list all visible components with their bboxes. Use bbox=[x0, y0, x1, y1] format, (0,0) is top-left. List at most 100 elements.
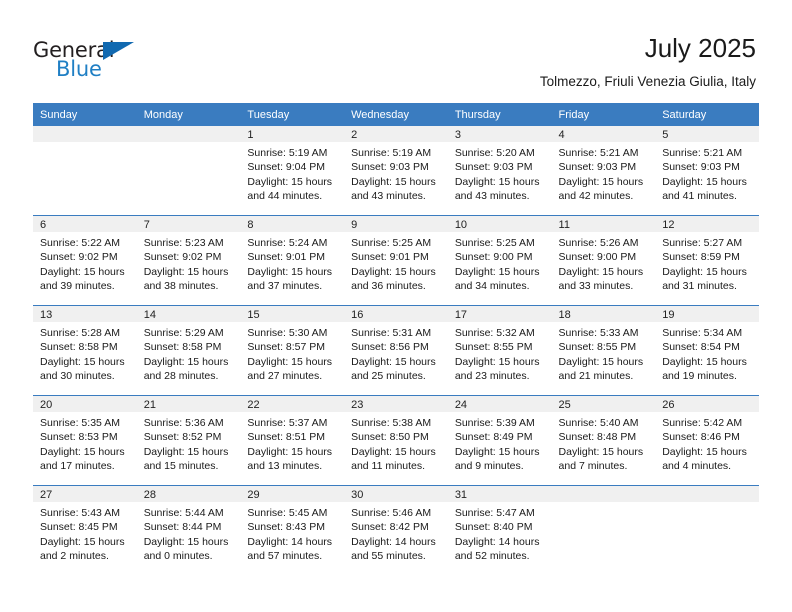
calendar-day-cell[interactable]: 29 Sunrise: 5:45 AM Sunset: 8:43 PM Dayligh… bbox=[240, 485, 345, 575]
calendar-day-cell[interactable]: 9 Sunrise: 5:25 AM Sunset: 9:01 PM Daylight… bbox=[344, 215, 448, 306]
sunrise-text: Sunrise: 5:31 AM bbox=[351, 327, 432, 339]
calendar-day-cell[interactable]: 27 Sunrise: 5:43 AM Sunset: 8:45 PM Dayligh… bbox=[33, 485, 137, 575]
calendar-day-cell[interactable]: 23 Sunrise: 5:38 AM Sunset: 8:50 PM Dayligh… bbox=[344, 395, 448, 486]
calendar-day-cell[interactable]: 4 Sunrise: 5:21 AM Sunset: 9:03 PM Daylight… bbox=[551, 126, 656, 216]
calendar-day-cell[interactable]: 26 Sunrise: 5:42 AM Sunset: 8:46 PM Dayligh… bbox=[655, 395, 759, 486]
daylight-text: Daylight: 15 hours and 43 minutes. bbox=[454, 175, 540, 202]
sunrise-text: Sunrise: 5:19 AM bbox=[351, 147, 432, 159]
calendar-day-cell[interactable]: 31 Sunrise: 5:47 AM Sunset: 8:40 PM Dayligh… bbox=[447, 485, 552, 575]
sunset-text: Sunset: 8:49 PM bbox=[454, 431, 533, 444]
general-blue-logo[interactable]: General Blue bbox=[33, 38, 163, 84]
day-number: 30 bbox=[344, 486, 448, 502]
calendar-day-cell[interactable]: 7 Sunrise: 5:23 AM Sunset: 9:02 PM Daylight… bbox=[136, 215, 241, 306]
daylight-text: Daylight: 14 hours and 55 minutes. bbox=[351, 535, 436, 562]
sunset-text: Sunset: 9:03 PM bbox=[662, 161, 740, 174]
daylight-text: Daylight: 15 hours and 34 minutes. bbox=[454, 265, 540, 292]
calendar-day-cell[interactable]: 3 Sunrise: 5:20 AM Sunset: 9:03 PM Daylight… bbox=[447, 126, 552, 216]
daylight-text: Daylight: 15 hours and 31 minutes. bbox=[662, 265, 747, 292]
day-details: Sunrise: 5:24 AM Sunset: 9:01 PM Daylight:… bbox=[240, 232, 344, 293]
day-number: 21 bbox=[136, 396, 241, 412]
calendar-day-cell[interactable]: 2 Sunrise: 5:19 AM Sunset: 9:03 PM Daylight… bbox=[344, 126, 448, 216]
sunrise-text: Sunrise: 5:40 AM bbox=[558, 417, 639, 429]
calendar-day-cell[interactable]: 11 Sunrise: 5:26 AM Sunset: 9:00 PM Dayligh… bbox=[551, 215, 656, 306]
title-block: July 2025 Tolmezzo, Friuli Venezia Giuli… bbox=[540, 32, 756, 91]
daylight-text: Daylight: 15 hours and 23 minutes. bbox=[454, 355, 540, 382]
day-number: 14 bbox=[136, 306, 241, 322]
sunrise-text: Sunrise: 5:21 AM bbox=[662, 147, 743, 159]
calendar-day-cell[interactable]: 18 Sunrise: 5:33 AM Sunset: 8:55 PM Dayligh… bbox=[551, 305, 656, 396]
daylight-text: Daylight: 15 hours and 11 minutes. bbox=[351, 445, 436, 472]
calendar-day-cell[interactable]: 13 Sunrise: 5:28 AM Sunset: 8:58 PM Dayligh… bbox=[33, 305, 137, 396]
sunset-text: Sunset: 8:51 PM bbox=[247, 431, 326, 444]
sunset-text: Sunset: 8:44 PM bbox=[143, 521, 222, 534]
sunset-text: Sunset: 9:00 PM bbox=[454, 251, 533, 264]
sunrise-text: Sunrise: 5:36 AM bbox=[143, 417, 224, 429]
sunset-text: Sunset: 8:46 PM bbox=[662, 431, 740, 444]
calendar-day-cell[interactable]: 15 Sunrise: 5:30 AM Sunset: 8:57 PM Dayligh… bbox=[240, 305, 345, 396]
day-number: 8 bbox=[240, 216, 345, 232]
day-details: Sunrise: 5:37 AM Sunset: 8:51 PM Daylight:… bbox=[240, 412, 344, 473]
day-details: Sunrise: 5:27 AM Sunset: 8:59 PM Daylight:… bbox=[655, 232, 759, 293]
calendar-body: 1 Sunrise: 5:19 AM Sunset: 9:04 PM Daylight… bbox=[33, 126, 759, 575]
day-number: 23 bbox=[344, 396, 448, 412]
calendar-day-cell[interactable]: 16 Sunrise: 5:31 AM Sunset: 8:56 PM Dayligh… bbox=[344, 305, 448, 396]
calendar-day-cell[interactable]: 24 Sunrise: 5:39 AM Sunset: 8:49 PM Dayligh… bbox=[447, 395, 552, 486]
sunrise-text: Sunrise: 5:44 AM bbox=[143, 507, 224, 519]
day-details: Sunrise: 5:21 AM Sunset: 9:03 PM Daylight:… bbox=[655, 142, 759, 203]
daylight-text: Daylight: 14 hours and 57 minutes. bbox=[247, 535, 333, 562]
sunset-text: Sunset: 9:03 PM bbox=[454, 161, 533, 174]
calendar-week-row: 13 Sunrise: 5:28 AM Sunset: 8:58 PM Dayligh… bbox=[33, 305, 759, 396]
day-details: Sunrise: 5:39 AM Sunset: 8:49 PM Daylight:… bbox=[448, 412, 552, 473]
day-details: Sunrise: 5:25 AM Sunset: 9:01 PM Daylight:… bbox=[344, 232, 448, 293]
sunrise-text: Sunrise: 5:23 AM bbox=[143, 237, 224, 249]
day-details: Sunrise: 5:35 AM Sunset: 8:53 PM Daylight:… bbox=[33, 412, 137, 473]
calendar-day-cell[interactable]: 28 Sunrise: 5:44 AM Sunset: 8:44 PM Dayligh… bbox=[136, 485, 241, 575]
day-number: 5 bbox=[655, 126, 759, 142]
day-details: Sunrise: 5:25 AM Sunset: 9:00 PM Daylight:… bbox=[448, 232, 552, 293]
sunset-text: Sunset: 9:04 PM bbox=[247, 161, 326, 174]
sunset-text: Sunset: 8:59 PM bbox=[662, 251, 740, 264]
day-number: 20 bbox=[33, 396, 137, 412]
page-title: July 2025 bbox=[644, 33, 756, 63]
sunset-text: Sunset: 9:03 PM bbox=[558, 161, 637, 174]
sunrise-text: Sunrise: 5:25 AM bbox=[454, 237, 535, 249]
calendar-day-cell[interactable]: 12 Sunrise: 5:27 AM Sunset: 8:59 PM Dayligh… bbox=[655, 215, 759, 306]
calendar-day-cell[interactable]: 21 Sunrise: 5:36 AM Sunset: 8:52 PM Dayligh… bbox=[136, 395, 241, 486]
calendar-day-cell[interactable]: 10 Sunrise: 5:25 AM Sunset: 9:00 PM Dayligh… bbox=[447, 215, 552, 306]
daylight-text: Daylight: 15 hours and 33 minutes. bbox=[558, 265, 644, 292]
calendar-day-cell[interactable]: 17 Sunrise: 5:32 AM Sunset: 8:55 PM Dayligh… bbox=[447, 305, 552, 396]
sunrise-text: Sunrise: 5:37 AM bbox=[247, 417, 328, 429]
day-details: Sunrise: 5:22 AM Sunset: 9:02 PM Daylight:… bbox=[33, 232, 137, 293]
calendar-day-cell[interactable]: 8 Sunrise: 5:24 AM Sunset: 9:01 PM Daylight… bbox=[240, 215, 345, 306]
day-number: 4 bbox=[551, 126, 656, 142]
day-number: 12 bbox=[655, 216, 759, 232]
calendar-day-cell[interactable]: 5 Sunrise: 5:21 AM Sunset: 9:03 PM Daylight… bbox=[655, 126, 759, 216]
day-number: 9 bbox=[344, 216, 448, 232]
day-number bbox=[655, 486, 759, 502]
calendar-day-cell[interactable]: 6 Sunrise: 5:22 AM Sunset: 9:02 PM Daylight… bbox=[33, 215, 137, 306]
daylight-text: Daylight: 15 hours and 28 minutes. bbox=[143, 355, 229, 382]
sunrise-text: Sunrise: 5:34 AM bbox=[662, 327, 743, 339]
day-details: Sunrise: 5:26 AM Sunset: 9:00 PM Daylight:… bbox=[552, 232, 656, 293]
day-details: Sunrise: 5:32 AM Sunset: 8:55 PM Daylight:… bbox=[448, 322, 552, 383]
calendar-cell-empty bbox=[655, 485, 759, 575]
calendar-day-cell[interactable]: 1 Sunrise: 5:19 AM Sunset: 9:04 PM Daylight… bbox=[240, 126, 345, 216]
daylight-text: Daylight: 15 hours and 36 minutes. bbox=[351, 265, 436, 292]
daylight-text: Daylight: 15 hours and 15 minutes. bbox=[143, 445, 229, 472]
daylight-text: Daylight: 15 hours and 41 minutes. bbox=[662, 175, 747, 202]
weekday-header-monday: Monday bbox=[136, 103, 241, 126]
daylight-text: Daylight: 15 hours and 9 minutes. bbox=[454, 445, 540, 472]
day-number: 18 bbox=[551, 306, 656, 322]
day-number: 3 bbox=[447, 126, 552, 142]
calendar-grid: Sunday Monday Tuesday Wednesday Thursday Frid… bbox=[33, 103, 759, 575]
day-details: Sunrise: 5:47 AM Sunset: 8:40 PM Daylight:… bbox=[448, 502, 552, 563]
calendar-day-cell[interactable]: 22 Sunrise: 5:37 AM Sunset: 8:51 PM Dayligh… bbox=[240, 395, 345, 486]
calendar-day-cell[interactable]: 19 Sunrise: 5:34 AM Sunset: 8:54 PM Dayligh… bbox=[655, 305, 759, 396]
calendar-day-cell[interactable]: 14 Sunrise: 5:29 AM Sunset: 8:58 PM Dayligh… bbox=[136, 305, 241, 396]
sunset-text: Sunset: 9:01 PM bbox=[351, 251, 429, 264]
calendar-day-cell[interactable]: 20 Sunrise: 5:35 AM Sunset: 8:53 PM Dayligh… bbox=[33, 395, 137, 486]
daylight-text: Daylight: 15 hours and 2 minutes. bbox=[40, 535, 125, 562]
daylight-text: Daylight: 15 hours and 38 minutes. bbox=[143, 265, 229, 292]
calendar-day-cell[interactable]: 30 Sunrise: 5:46 AM Sunset: 8:42 PM Dayligh… bbox=[344, 485, 448, 575]
calendar-day-cell[interactable]: 25 Sunrise: 5:40 AM Sunset: 8:48 PM Dayligh… bbox=[551, 395, 656, 486]
